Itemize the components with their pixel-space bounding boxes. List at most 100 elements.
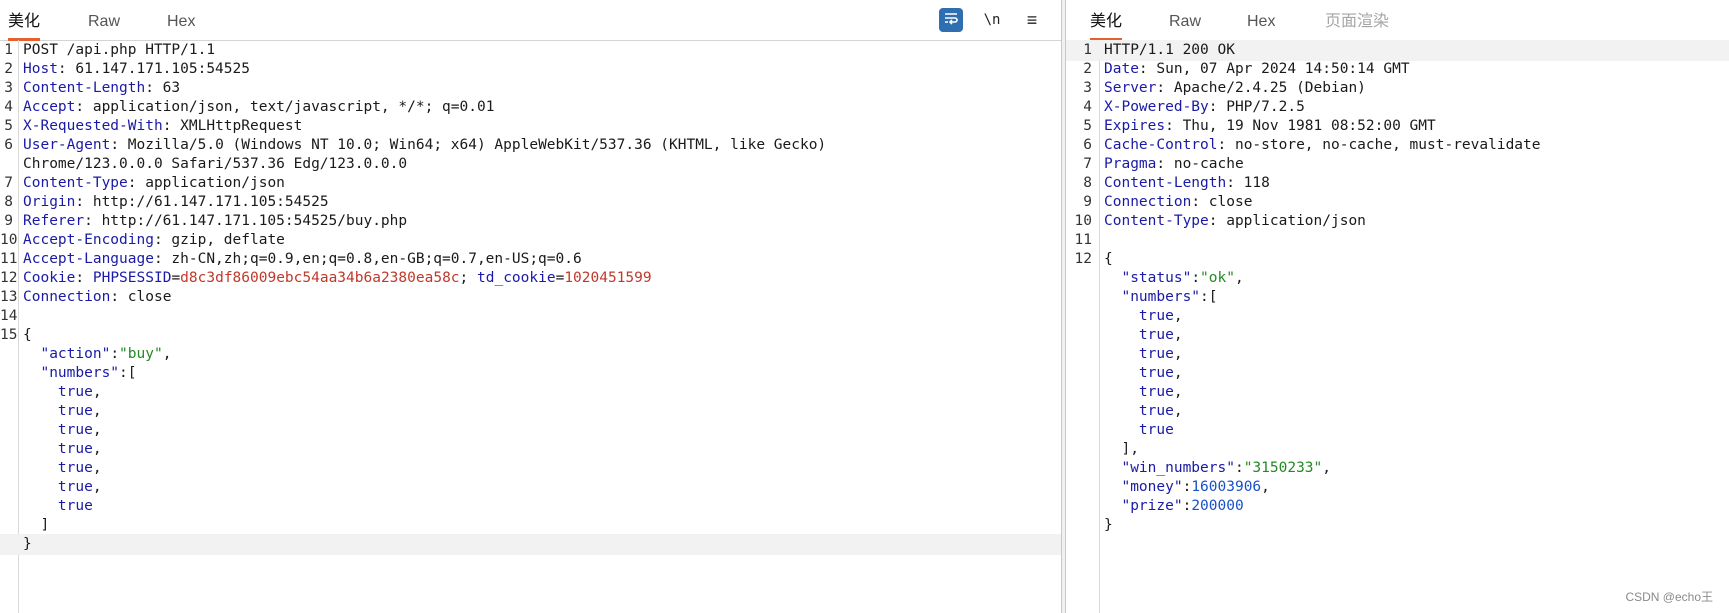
tab-hex[interactable]: Hex: [1247, 0, 1275, 38]
code-token: ,: [1322, 460, 1332, 476]
code-line: 14: [0, 306, 1061, 327]
wrap-lines-icon: [939, 11, 963, 27]
code-line: true,: [1066, 382, 1729, 403]
code-line: 8 Content-Length: 118: [1066, 173, 1729, 194]
tab-render[interactable]: 页面渲染: [1325, 0, 1389, 38]
line-code: Content-Type: application/json: [23, 173, 285, 194]
code-token: ,: [1173, 365, 1183, 381]
line-code: "prize":200000: [1104, 496, 1243, 517]
code-line: true,: [1066, 401, 1729, 422]
line-code: X-Requested-With: XMLHttpRequest: [23, 116, 302, 137]
line-code: true,: [23, 401, 102, 422]
line-code: true: [23, 496, 93, 517]
code-token: ,: [92, 441, 102, 457]
tab-raw[interactable]: Raw: [1169, 0, 1201, 38]
code-line: 7 Pragma: no-cache: [1066, 154, 1729, 175]
code-line: true,: [1066, 306, 1729, 327]
code-line: }: [0, 534, 1061, 555]
line-code: }: [1104, 515, 1113, 536]
code-line: true,: [0, 420, 1061, 441]
tab-raw[interactable]: Raw: [88, 0, 120, 38]
code-line: "numbers":[: [0, 363, 1061, 384]
line-code: "status":"ok",: [1104, 268, 1243, 289]
code-token: : Mozilla/5.0 (Windows NT 10.0; Win64; x…: [110, 137, 827, 153]
code-token: : close: [1191, 194, 1253, 210]
menu-icon[interactable]: ≡: [1020, 8, 1044, 32]
code-token: true: [57, 498, 93, 514]
code-line: Chrome/123.0.0.0 Safari/537.36 Edg/123.0…: [0, 154, 1061, 175]
code-line: 3 Content-Length: 63: [0, 78, 1061, 99]
code-token: : http://61.147.171.105:54525: [75, 194, 329, 210]
code-token: true: [57, 422, 93, 438]
response-editor[interactable]: 1 HTTP/1.1 200 OK 2 Date: Sun, 07 Apr 2024 …: [1066, 40, 1729, 613]
code-line: ]: [0, 515, 1061, 536]
code-line: true,: [0, 439, 1061, 460]
line-code: true: [1104, 420, 1174, 441]
code-line: ],: [1066, 439, 1729, 460]
show-newlines-button[interactable]: \n: [980, 8, 1004, 32]
line-number: 7: [1083, 156, 1092, 172]
code-token: :: [1182, 479, 1192, 495]
line-code: Server: Apache/2.4.25 (Debian): [1104, 78, 1366, 99]
code-token: Content-Type: [23, 175, 128, 191]
code-token: Host: [23, 61, 58, 77]
line-code: true,: [23, 382, 102, 403]
code-token: Content-Length: [1104, 175, 1227, 191]
code-token: "money": [1121, 479, 1183, 495]
code-token: X-Powered-By: [1104, 99, 1209, 115]
code-line: 5 X-Requested-With: XMLHttpRequest: [0, 116, 1061, 137]
code-token: ,: [1261, 479, 1270, 495]
code-line: 10 Accept-Encoding: gzip, deflate: [0, 230, 1061, 251]
line-code: Cache-Control: no-store, no-cache, must-…: [1104, 135, 1541, 156]
code-token: ],: [1104, 441, 1139, 457]
line-number: 3: [4, 80, 13, 96]
code-token: true: [1138, 308, 1174, 324]
request-editor[interactable]: 1 POST /api.php HTTP/1.1 2 Host: 61.147.171…: [0, 40, 1061, 613]
line-code: "action":"buy",: [23, 344, 171, 365]
code-line: 4 X-Powered-By: PHP/7.2.5: [1066, 97, 1729, 118]
line-number: 10: [1074, 213, 1092, 229]
line-code: Content-Type: application/json: [1104, 211, 1366, 232]
code-line: 9 Connection: close: [1066, 192, 1729, 213]
code-token: Referer: [23, 213, 85, 229]
line-number: 13: [0, 289, 18, 305]
tab-hex[interactable]: Hex: [167, 0, 195, 38]
code-line: 7 Content-Type: application/json: [0, 173, 1061, 194]
request-tabbar: 美化 Raw Hex \n ≡: [0, 0, 1061, 41]
line-number: 1: [1083, 42, 1092, 58]
line-code: true,: [23, 458, 102, 479]
code-line: "win_numbers":"3150233",: [1066, 458, 1729, 479]
tab-pretty[interactable]: 美化: [8, 0, 41, 41]
code-line: 8 Origin: http://61.147.171.105:54525: [0, 192, 1061, 213]
code-token: "win_numbers": [1121, 460, 1235, 476]
line-code: Date: Sun, 07 Apr 2024 14:50:14 GMT: [1104, 59, 1410, 80]
code-token: true: [57, 460, 93, 476]
code-line: 6 User-Agent: Mozilla/5.0 (Windows NT 10.…: [0, 135, 1061, 156]
code-token: true: [57, 384, 93, 400]
code-token: :[: [119, 365, 137, 381]
code-token: true: [1138, 346, 1174, 362]
code-token: :[: [1200, 289, 1218, 305]
code-token: true: [1138, 327, 1174, 343]
code-line: true,: [0, 477, 1061, 498]
code-token: : 61.147.171.105:54525: [57, 61, 250, 77]
code-token: true: [1138, 422, 1174, 438]
code-token: ,: [162, 346, 172, 362]
code-token: ,: [1173, 308, 1183, 324]
code-line: 1 POST /api.php HTTP/1.1: [0, 40, 1061, 61]
wrap-lines-button[interactable]: [939, 8, 963, 32]
code-token: =: [555, 270, 565, 286]
tab-pretty[interactable]: 美化: [1090, 0, 1123, 41]
line-number: 11: [0, 251, 18, 267]
code-token: : close: [110, 289, 172, 305]
code-token: : Sun, 07 Apr 2024 14:50:14 GMT: [1138, 61, 1410, 77]
line-number: 6: [1083, 137, 1092, 153]
code-line: "status":"ok",: [1066, 268, 1729, 289]
code-token: : gzip, deflate: [153, 232, 285, 248]
code-line: 12 Cookie: PHPSESSID=d8c3df86009ebc54aa34…: [0, 268, 1061, 289]
